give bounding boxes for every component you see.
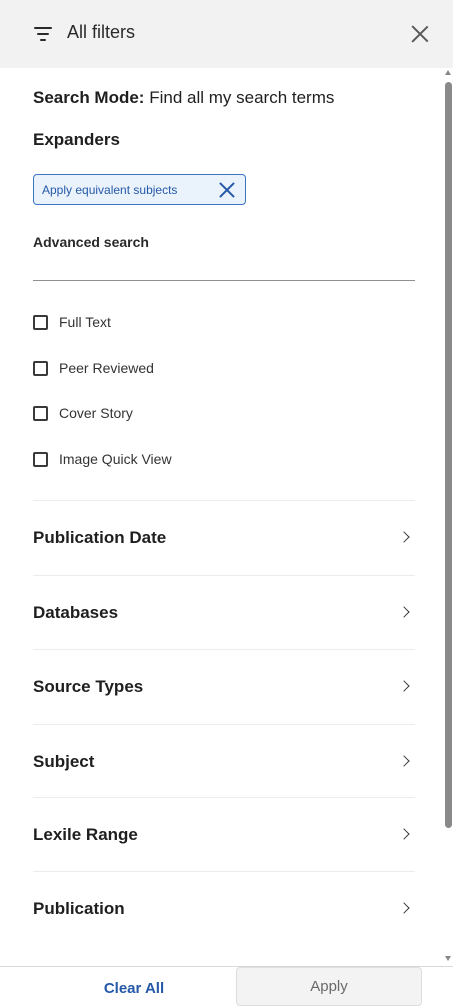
checkbox-label: Full Text [59,314,111,330]
checkbox-cover-story[interactable]: Cover Story [33,403,133,423]
facet-label: Publication Date [33,528,167,547]
close-icon[interactable] [217,180,237,200]
scroll-up-icon[interactable] [445,70,451,75]
checkbox-label: Peer Reviewed [59,360,154,376]
expander-chip[interactable]: Apply equivalent subjects [33,174,246,205]
chevron-right-icon [398,755,410,767]
clear-all-button[interactable]: Clear All [0,974,268,1004]
chevron-right-icon [398,680,410,692]
facet-lexile-range[interactable]: Lexile Range [33,798,415,872]
scrollbar-thumb[interactable] [445,82,452,828]
chevron-right-icon [398,606,410,618]
divider [33,280,415,281]
facet-source-types[interactable]: Source Types [33,650,415,724]
close-icon[interactable] [408,22,432,46]
expanders-heading: Expanders [33,130,120,149]
search-mode-label: Search Mode: [33,88,145,107]
search-mode-value: Find all my search terms [149,88,335,107]
filters-scroll-area[interactable]: Search Mode: Find all my search terms Ex… [0,68,453,966]
facet-databases[interactable]: Databases [33,576,415,650]
checkbox-label: Cover Story [59,405,133,421]
panel-header: All filters [0,0,453,68]
checkbox-peer-reviewed[interactable]: Peer Reviewed [33,358,154,378]
facet-label: Databases [33,603,119,622]
facet-label: Publication [33,899,125,918]
facet-label: Source Types [33,677,144,696]
facet-subject[interactable]: Subject [33,725,415,799]
filters-panel: All filters Search Mode: Find all my sea… [0,0,453,1006]
scrollbar[interactable] [443,70,453,966]
facet-label: Lexile Range [33,825,138,844]
facet-label: Subject [33,752,95,771]
facet-publication[interactable]: Publication [33,872,415,946]
search-mode: Search Mode: Find all my search terms [33,88,334,108]
chevron-right-icon [398,902,410,914]
checkbox-full-text[interactable]: Full Text [33,312,111,332]
checkbox-icon[interactable] [33,405,48,421]
checkbox-icon[interactable] [33,314,48,330]
chevron-right-icon [398,531,410,543]
advanced-search-heading: Advanced search [33,234,149,250]
filter-icon [34,26,52,42]
checkbox-label: Image Quick View [59,451,172,467]
facet-publication-date[interactable]: Publication Date [33,501,415,575]
scroll-down-icon[interactable] [445,956,451,961]
chevron-right-icon [398,828,410,840]
apply-button[interactable]: Apply [236,967,422,1006]
panel-title: All filters [67,22,136,42]
checkbox-image-quick-view[interactable]: Image Quick View [33,449,172,469]
checkbox-icon[interactable] [33,451,48,467]
checkbox-icon[interactable] [33,360,48,376]
expander-chip-label: Apply equivalent subjects [42,182,178,197]
